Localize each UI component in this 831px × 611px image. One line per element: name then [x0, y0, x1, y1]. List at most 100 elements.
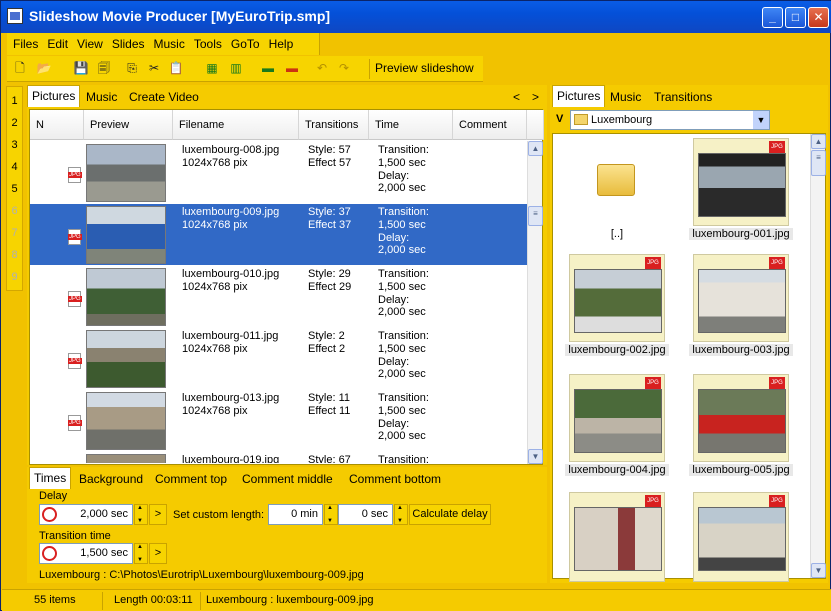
scroll-thumb[interactable]: ≡	[528, 206, 543, 226]
tab-library-pictures[interactable]: Pictures	[552, 85, 606, 107]
library-item[interactable]: JPG luxembourg-002.jpg	[565, 254, 669, 357]
table-row-selected[interactable]: luxembourg-009.jpg 1024x768 pix Style: 3…	[30, 204, 529, 266]
delay-label: Delay	[39, 490, 68, 502]
thumbnail-image	[698, 507, 786, 571]
delay-spinner[interactable]	[134, 504, 148, 525]
parent-folder-item[interactable]: [..]	[569, 138, 665, 241]
minutes-field[interactable]: 0 min	[268, 504, 323, 525]
transitions-cell: Style: 67	[308, 454, 351, 464]
menu-goto[interactable]: GoTo	[225, 33, 263, 52]
jpg-badge-icon: JPG	[769, 257, 785, 269]
delay-arrow-button[interactable]: >	[149, 504, 167, 525]
rotate-right-icon[interactable]: ↷	[335, 60, 353, 77]
delay-field[interactable]: 2,000 sec	[39, 504, 133, 525]
library-item[interactable]: JPG	[569, 492, 665, 595]
maximize-button[interactable]: □	[785, 7, 806, 28]
remove-slide-icon[interactable]: ▥	[227, 60, 245, 77]
library-item[interactable]: JPG luxembourg-004.jpg	[565, 374, 669, 477]
slide-number[interactable]: 7	[7, 227, 22, 239]
slide-number[interactable]: 8	[7, 249, 22, 261]
slide-number-strip: 1 2 3 4 5 6 7 8 9	[6, 86, 23, 291]
time-cell: Transition: 1,500 sec Delay: 2,000 sec	[378, 392, 429, 443]
transitions-cell: Style: 37 Effect 37	[308, 206, 352, 231]
slide-number[interactable]: 4	[7, 161, 22, 173]
table-row[interactable]: luxembourg-011.jpg 1024x768 pix Style: 2…	[30, 328, 529, 390]
table-row[interactable]: luxembourg-013.jpg 1024x768 pix Style: 1…	[30, 390, 529, 452]
transition-spinner[interactable]	[134, 543, 148, 564]
file-label: luxembourg-005.jpg	[689, 464, 793, 476]
tab-comment-bottom[interactable]: Comment bottom	[345, 469, 445, 489]
folder-dropdown[interactable]: Luxembourg ▼	[570, 110, 770, 130]
minimize-button[interactable]: _	[762, 7, 783, 28]
slide-number[interactable]: 3	[7, 139, 22, 151]
seconds-spinner[interactable]	[394, 504, 408, 525]
jpg-file-icon	[68, 415, 82, 431]
paste-icon[interactable]: 📋	[167, 60, 185, 77]
add-slide-icon[interactable]: ▦	[203, 60, 221, 77]
library-item[interactable]: JPG luxembourg-001.jpg	[689, 138, 793, 241]
grid-scrollbar[interactable]: ▲ ≡ ▼	[527, 141, 543, 464]
scroll-down-icon[interactable]: ▼	[811, 563, 826, 578]
open-folder-icon[interactable]: 📂	[35, 60, 53, 77]
column-header-filename[interactable]: Filename	[173, 110, 299, 140]
column-header-preview[interactable]: Preview	[84, 110, 173, 140]
seconds-field[interactable]: 0 sec	[338, 504, 393, 525]
close-button[interactable]: ✕	[808, 7, 829, 28]
slide-number[interactable]: 2	[7, 117, 22, 129]
table-row[interactable]: luxembourg-010.jpg 1024x768 pix Style: 2…	[30, 266, 529, 328]
tab-comment-middle[interactable]: Comment middle	[238, 469, 337, 489]
next-arrow[interactable]: >	[528, 87, 543, 107]
library-item[interactable]: JPG luxembourg-003.jpg	[689, 254, 793, 357]
scroll-thumb[interactable]: ≡	[811, 150, 826, 176]
tab-library-music[interactable]: Music	[606, 87, 645, 107]
library-item[interactable]: JPG	[693, 492, 789, 595]
menu-files[interactable]: Files	[7, 33, 41, 52]
tab-pictures[interactable]: Pictures	[27, 85, 81, 107]
tab-music[interactable]: Music	[82, 87, 121, 107]
add-music-icon[interactable]: ▬	[259, 60, 277, 77]
chevron-down-icon[interactable]: ▼	[753, 111, 769, 129]
slide-number[interactable]: 9	[7, 271, 22, 283]
transition-time-field[interactable]: 1,500 sec	[39, 543, 133, 564]
scroll-down-icon[interactable]: ▼	[528, 449, 543, 464]
preview-slideshow-button[interactable]: Preview slideshow	[369, 59, 479, 79]
menu-edit[interactable]: Edit	[41, 33, 71, 52]
save-icon[interactable]: 💾	[72, 60, 90, 77]
menu-help[interactable]: Help	[263, 33, 297, 52]
menu-view[interactable]: View	[71, 33, 106, 52]
scroll-up-icon[interactable]: ▲	[811, 134, 826, 149]
library-item[interactable]: JPG luxembourg-005.jpg	[689, 374, 793, 477]
menu-music[interactable]: Music	[148, 33, 188, 52]
tab-comment-top[interactable]: Comment top	[151, 469, 231, 489]
tab-library-transitions[interactable]: Transitions	[650, 87, 716, 107]
calculate-delay-button[interactable]: Calculate delay	[409, 504, 491, 525]
new-file-icon[interactable]: 🗋	[11, 60, 29, 77]
slide-number[interactable]: 1	[7, 95, 22, 107]
scroll-up-icon[interactable]: ▲	[528, 141, 543, 156]
menu-slides[interactable]: Slides	[106, 33, 148, 52]
save-all-icon[interactable]: 🗐	[95, 60, 113, 77]
column-header-comment[interactable]: Comment	[453, 110, 527, 140]
menu-tools[interactable]: Tools	[188, 33, 225, 52]
table-row[interactable]: luxembourg-019.jpg Style: 67 Transition:	[30, 452, 529, 464]
slide-number[interactable]: 6	[7, 205, 22, 217]
transition-arrow-button[interactable]: >	[149, 543, 167, 564]
minutes-spinner[interactable]	[324, 504, 338, 525]
rotate-left-icon[interactable]: ↶	[313, 60, 331, 77]
tab-background[interactable]: Background	[75, 469, 147, 489]
drive-label[interactable]: V	[556, 113, 563, 125]
slide-thumbnail	[86, 454, 166, 463]
remove-music-icon[interactable]: ▬	[283, 60, 301, 77]
table-row[interactable]: luxembourg-008.jpg 1024x768 pix Style: 5…	[30, 142, 529, 204]
slide-number[interactable]: 5	[7, 183, 22, 195]
tab-create-video[interactable]: Create Video	[125, 87, 203, 107]
column-header-time[interactable]: Time	[369, 110, 453, 140]
prev-arrow[interactable]: <	[509, 87, 524, 107]
library-scrollbar[interactable]: ▲ ≡ ▼	[810, 134, 826, 578]
cut-icon[interactable]: ✂	[145, 60, 163, 77]
tab-times[interactable]: Times	[29, 467, 72, 489]
column-header-transitions[interactable]: Transitions	[299, 110, 369, 140]
column-header-n[interactable]: N	[30, 110, 84, 140]
copy-icon[interactable]: ⎘	[123, 60, 141, 77]
title-bar[interactable]: Slideshow Movie Producer [MyEuroTrip.smp…	[1, 1, 831, 33]
